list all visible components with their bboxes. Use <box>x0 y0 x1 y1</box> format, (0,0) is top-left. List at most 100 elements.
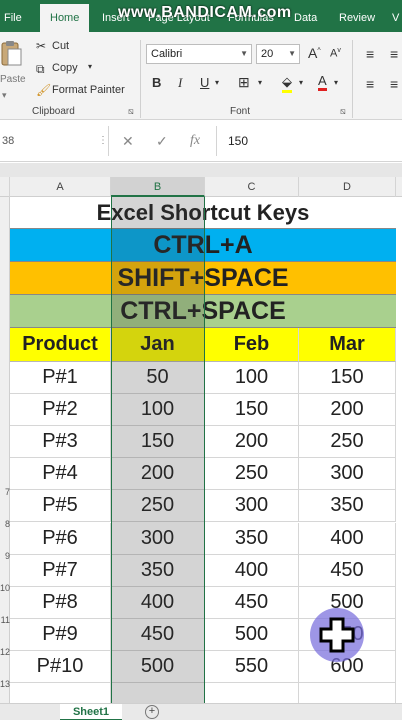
column-header-b[interactable]: B <box>111 177 205 197</box>
feb-cell[interactable]: 350 <box>205 522 299 555</box>
copy-button[interactable]: Copy <box>52 62 78 74</box>
paste-dropdown-icon[interactable]: ▾ <box>2 90 7 101</box>
feb-cell[interactable]: 200 <box>205 426 299 459</box>
name-box[interactable]: 38 <box>0 130 70 152</box>
font-color-icon[interactable]: A <box>318 73 327 91</box>
column-header-a[interactable]: A <box>10 177 111 197</box>
font-name-select[interactable]: Calibri ▼ <box>146 44 252 64</box>
underline-dropdown-icon[interactable]: ▾ <box>215 78 219 87</box>
jan-cell[interactable]: 50 <box>111 362 205 395</box>
underline-button[interactable]: U <box>200 75 209 90</box>
product-cell[interactable]: P#7 <box>10 554 111 587</box>
jan-cell[interactable]: 300 <box>111 522 205 555</box>
align-top-icon[interactable]: ≡ <box>366 46 374 62</box>
tab-file[interactable]: File <box>4 0 22 32</box>
borders-dropdown-icon[interactable]: ▾ <box>258 78 262 87</box>
header-jan[interactable]: Jan <box>111 328 205 362</box>
banner-ctrl-space[interactable]: CTRL+SPACE <box>10 295 396 328</box>
product-cell[interactable]: P#1 <box>10 362 111 395</box>
cut-button[interactable]: Cut <box>52 40 69 52</box>
tab-review[interactable]: Review <box>339 0 375 32</box>
product-cell[interactable]: P#5 <box>10 490 111 523</box>
tab-data[interactable]: Data <box>294 0 317 32</box>
mar-cell[interactable]: 250 <box>299 426 396 459</box>
font-size-select[interactable]: 20 ▼ <box>256 44 300 64</box>
feb-cell[interactable]: 250 <box>205 458 299 491</box>
jan-cell[interactable]: 450 <box>111 618 205 651</box>
select-all-corner[interactable] <box>0 177 10 197</box>
feb-cell[interactable]: 450 <box>205 586 299 619</box>
product-cell[interactable]: P#6 <box>10 522 111 555</box>
formula-input[interactable]: 150 <box>228 130 248 152</box>
sheet-tab-sheet1[interactable]: Sheet1 <box>60 704 122 720</box>
feb-cell[interactable]: 550 <box>205 650 299 683</box>
row-header[interactable]: 11 <box>0 615 10 625</box>
column-header-d[interactable]: D <box>299 177 396 197</box>
font-color-dropdown-icon[interactable]: ▾ <box>334 78 338 87</box>
row-header[interactable]: 8 <box>0 519 10 529</box>
header-feb[interactable]: Feb <box>205 328 299 362</box>
product-cell[interactable]: P#8 <box>10 586 111 619</box>
fill-color-dropdown-icon[interactable]: ▾ <box>299 78 303 87</box>
paste-button[interactable]: Paste <box>0 38 26 90</box>
mar-cell[interactable]: 200 <box>299 394 396 427</box>
align-left-icon[interactable]: ≡ <box>366 76 374 92</box>
jan-cell[interactable]: 350 <box>111 554 205 587</box>
header-product[interactable]: Product <box>10 328 111 362</box>
enter-check-icon[interactable]: ✓ <box>156 130 168 152</box>
row-header[interactable]: 7 <box>0 487 10 497</box>
mar-cell[interactable]: 350 <box>299 490 396 523</box>
fill-color-icon[interactable]: ⬙ <box>282 74 292 93</box>
italic-button[interactable]: I <box>178 75 182 91</box>
mar-cell[interactable]: 150 <box>299 362 396 395</box>
borders-icon[interactable]: ⊞ <box>238 74 250 91</box>
dialog-launcher-icon[interactable]: ⧅ <box>128 106 134 117</box>
mar-cell[interactable]: 400 <box>299 522 396 555</box>
feb-cell[interactable]: 100 <box>205 362 299 395</box>
tab-view[interactable]: V <box>392 0 399 32</box>
plus-icon[interactable]: + <box>145 705 159 719</box>
header-mar[interactable]: Mar <box>299 328 396 362</box>
insert-function-icon[interactable]: fx <box>190 130 200 152</box>
row-header[interactable]: 10 <box>0 583 10 593</box>
jan-cell[interactable]: 250 <box>111 490 205 523</box>
empty-cell[interactable] <box>111 683 205 703</box>
align-middle-icon[interactable]: ≡ <box>390 46 398 62</box>
banner-shift-space[interactable]: SHIFT+SPACE <box>10 262 396 295</box>
product-cell[interactable]: P#9 <box>10 618 111 651</box>
decrease-font-icon[interactable]: Av <box>330 47 341 60</box>
jan-cell[interactable]: 200 <box>111 458 205 491</box>
feb-cell[interactable]: 500 <box>205 618 299 651</box>
product-cell[interactable]: P#4 <box>10 458 111 491</box>
jan-cell[interactable]: 100 <box>111 394 205 427</box>
column-header-c[interactable]: C <box>205 177 299 197</box>
product-cell[interactable]: P#2 <box>10 394 111 427</box>
increase-font-icon[interactable]: A^ <box>308 45 321 61</box>
copy-dropdown-icon[interactable]: ▾ <box>88 62 92 71</box>
feb-cell[interactable]: 400 <box>205 554 299 587</box>
empty-cell[interactable] <box>299 683 396 703</box>
worksheet-grid[interactable]: Excel Shortcut Keys CTRL+A SHIFT+SPACE C… <box>10 197 402 703</box>
jan-cell[interactable]: 400 <box>111 586 205 619</box>
feb-cell[interactable]: 300 <box>205 490 299 523</box>
product-cell[interactable]: P#3 <box>10 426 111 459</box>
jan-cell[interactable]: 500 <box>111 650 205 683</box>
cancel-icon[interactable]: ✕ <box>122 130 134 152</box>
mar-cell[interactable]: 300 <box>299 458 396 491</box>
row-header[interactable]: 13 <box>0 679 10 689</box>
bold-button[interactable]: B <box>152 75 161 90</box>
row-header[interactable]: 12 <box>0 647 10 657</box>
mar-cell[interactable]: 450 <box>299 554 396 587</box>
feb-cell[interactable]: 150 <box>205 394 299 427</box>
empty-cell[interactable] <box>205 683 299 703</box>
row-header[interactable]: 9 <box>0 551 10 561</box>
dialog-launcher-icon[interactable]: ⧅ <box>340 106 346 117</box>
jan-cell[interactable]: 150 <box>111 426 205 459</box>
tab-home[interactable]: Home <box>40 4 90 32</box>
format-painter-button[interactable]: Format Painter <box>52 84 125 96</box>
product-cell[interactable]: P#10 <box>10 650 111 683</box>
align-center-icon[interactable]: ≡ <box>390 76 398 92</box>
banner-ctrl-a[interactable]: CTRL+A <box>10 229 396 262</box>
empty-cell[interactable] <box>10 683 111 703</box>
more-options-icon[interactable]: ⋮ <box>98 130 108 152</box>
